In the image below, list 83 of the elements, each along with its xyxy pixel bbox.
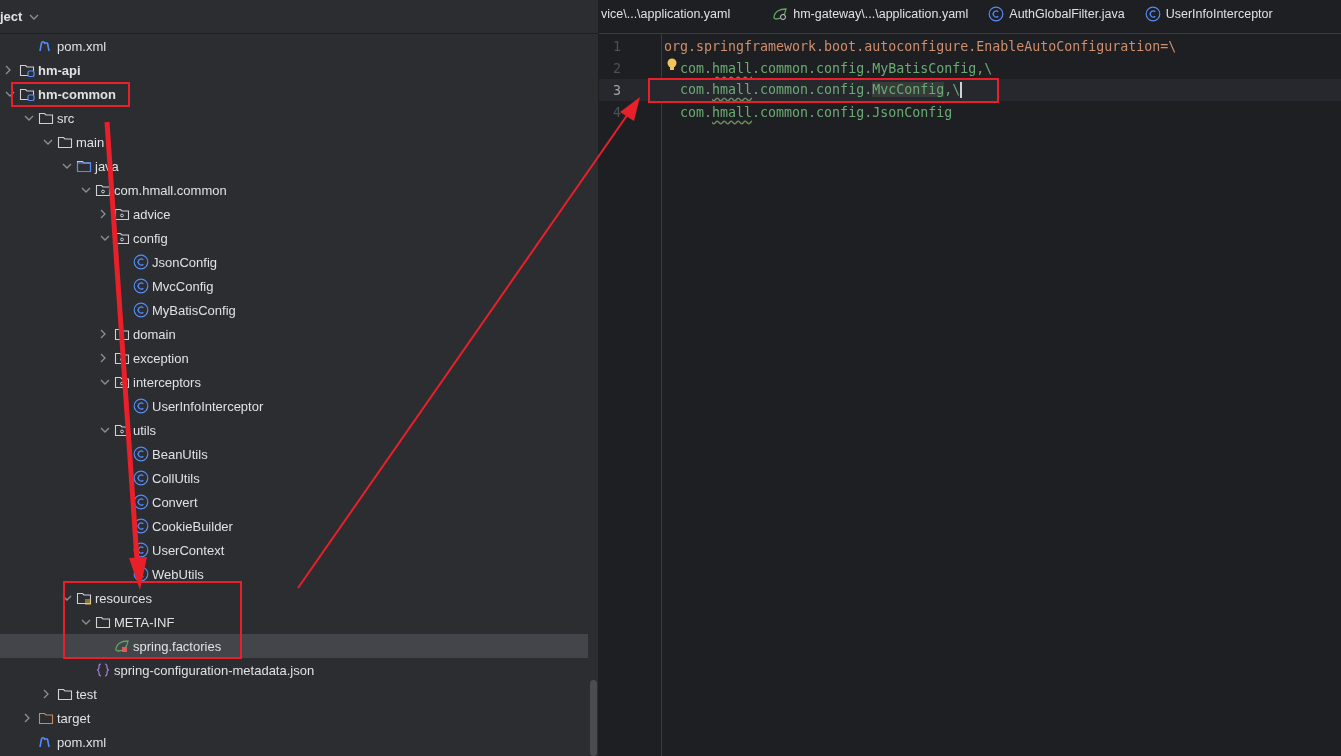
code-line: com.hmall.common.config.MvcConfig,\ <box>680 82 963 98</box>
folder-icon <box>114 351 130 365</box>
tree-item[interactable]: Convert <box>0 490 588 514</box>
class-icon <box>133 470 149 486</box>
tree-item[interactable]: advice <box>0 202 588 226</box>
chevron-right-icon[interactable] <box>43 689 49 699</box>
panel-title: ject <box>0 9 23 24</box>
class-icon <box>133 254 149 270</box>
tree-item[interactable]: utils <box>0 418 588 442</box>
folder-icon <box>76 591 92 605</box>
class-icon <box>133 494 149 510</box>
chevron-down-icon[interactable] <box>100 427 110 433</box>
folder-icon <box>76 159 92 173</box>
chevron-down-icon[interactable] <box>81 187 91 193</box>
code-line: com.hmall.common.config.JsonConfig <box>680 104 953 120</box>
tree-item[interactable]: hm-common <box>0 82 588 106</box>
tree-item[interactable]: META-INF <box>0 610 588 634</box>
folder-icon <box>57 135 73 149</box>
tree-item[interactable]: MvcConfig <box>0 274 588 298</box>
folder-icon <box>114 375 130 389</box>
chevron-down-icon[interactable] <box>81 619 91 625</box>
chevron-right-icon[interactable] <box>100 329 106 339</box>
chevron-right-icon[interactable] <box>24 713 30 723</box>
class-icon <box>988 6 1005 22</box>
folder-icon <box>38 711 54 725</box>
tree-item[interactable]: target <box>0 706 588 730</box>
folder-icon <box>95 615 111 629</box>
folder-icon <box>95 183 111 197</box>
tree-item[interactable]: JsonConfig <box>0 250 588 274</box>
folder-icon <box>114 327 130 341</box>
editor-tab[interactable]: AuthGlobalFilter.java <box>988 6 1145 22</box>
tree-item[interactable]: com.hmall.common <box>0 178 588 202</box>
tree-item[interactable]: exception <box>0 346 588 370</box>
leaf-file-icon <box>772 7 789 21</box>
chevron-down-icon[interactable] <box>100 235 110 241</box>
class-icon <box>133 278 149 294</box>
line-number: 3 <box>612 82 621 98</box>
chevron-down-icon[interactable] <box>62 163 72 169</box>
tree-item[interactable]: config <box>0 226 588 250</box>
tree-item[interactable]: hm-api <box>0 58 588 82</box>
class-icon <box>133 398 149 414</box>
tree-item[interactable]: test <box>0 682 588 706</box>
tree-item[interactable]: main <box>0 130 588 154</box>
editor-tab[interactable]: vice\...\application.yaml <box>601 7 773 21</box>
tree-item[interactable]: spring-configuration-metadata.json <box>0 658 588 682</box>
folder-icon <box>57 687 73 701</box>
tree-item[interactable]: pom.xml <box>0 34 588 58</box>
chevron-down-icon[interactable] <box>5 91 15 97</box>
chevron-down-icon[interactable] <box>29 13 40 20</box>
class-icon <box>133 302 149 318</box>
tree-item[interactable]: interceptors <box>0 370 588 394</box>
editor-tab[interactable]: UserInfoInterceptor <box>1144 6 1273 22</box>
folder-icon <box>114 231 130 245</box>
tree-item[interactable]: pom.xml <box>0 730 588 754</box>
chevron-right-icon[interactable] <box>100 209 106 219</box>
braces-icon <box>95 663 111 677</box>
module-folder-icon <box>19 87 35 101</box>
tree-item[interactable]: MyBatisConfig <box>0 298 588 322</box>
tree-item[interactable]: CollUtils <box>0 466 588 490</box>
tree-item[interactable]: src <box>0 106 588 130</box>
leaf-file-icon <box>114 639 130 653</box>
lightbulb-icon[interactable] <box>667 58 677 71</box>
chevron-down-icon[interactable] <box>24 115 34 121</box>
class-icon <box>1144 6 1161 22</box>
editor-tab[interactable]: hm-gateway\...\application.yaml <box>772 7 989 21</box>
selected-tree-item[interactable]: spring.factories <box>0 634 588 658</box>
chevron-down-icon[interactable] <box>100 379 110 385</box>
class-icon <box>133 446 149 462</box>
code-line: org.springframework.boot.autoconfigure.EnableAutoConfiguration=\ <box>664 38 1177 54</box>
chevron-right-icon[interactable] <box>5 65 11 75</box>
module-folder-icon <box>19 63 35 77</box>
tree-item[interactable]: resources <box>0 586 588 610</box>
tree-item[interactable]: BeanUtils <box>0 442 588 466</box>
folder-icon <box>114 207 130 221</box>
tree-item[interactable]: CookieBuilder <box>0 514 588 538</box>
tree-item[interactable]: UserInfoInterceptor <box>0 394 588 418</box>
scrollbar-thumb[interactable] <box>590 680 597 756</box>
chevron-right-icon[interactable] <box>100 353 106 363</box>
code-line: com.hmall.common.config.MyBatisConfig,\ <box>680 60 993 76</box>
chevron-down-icon[interactable] <box>43 139 53 145</box>
folder-icon <box>38 111 54 125</box>
tree-item[interactable]: domain <box>0 322 588 346</box>
chevron-down-icon[interactable] <box>62 595 72 601</box>
